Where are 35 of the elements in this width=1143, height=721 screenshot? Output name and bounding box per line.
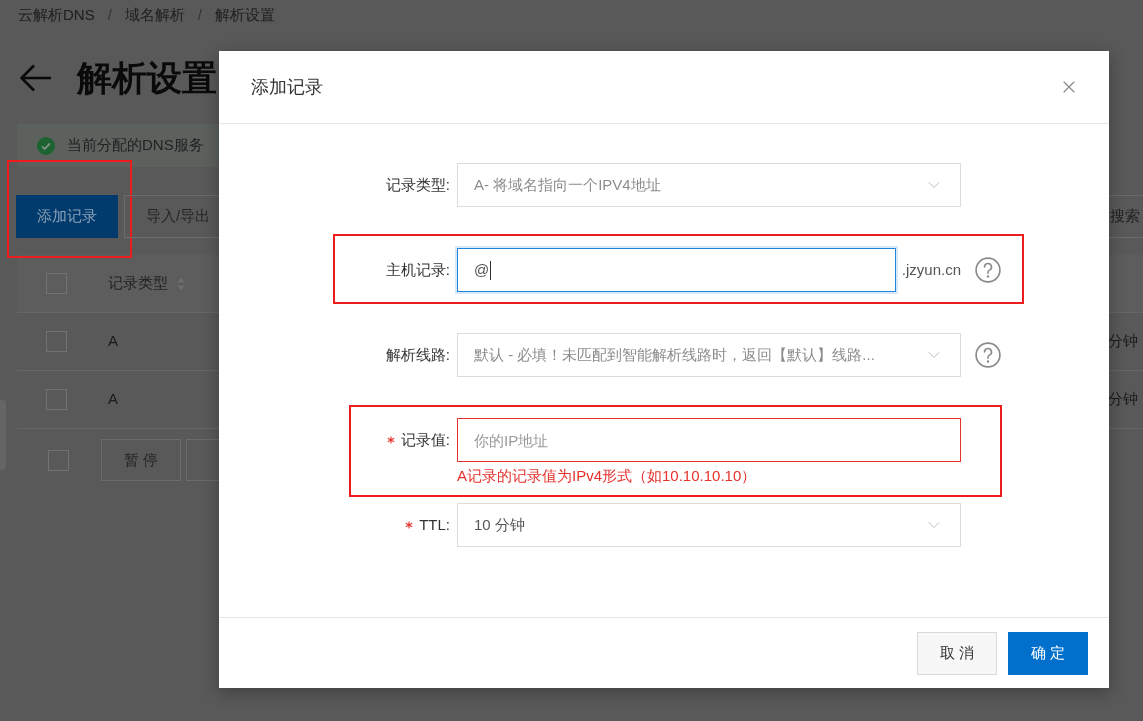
checkbox[interactable] xyxy=(48,449,69,471)
field-label: 记录值: xyxy=(400,429,450,450)
breadcrumb-separator: / xyxy=(107,4,112,25)
text-input[interactable]: @ xyxy=(457,248,896,292)
back-arrow-icon[interactable] xyxy=(20,64,52,92)
text-input[interactable]: 你的IP地址 xyxy=(457,418,961,462)
cancel-button[interactable]: 取 消 xyxy=(917,631,997,675)
error-message: A记录的记录值为IPv4形式（如10.10.10.10） xyxy=(457,466,757,486)
add-record-button[interactable]: 添加记录 xyxy=(16,195,118,238)
dialog-title: 添加记录 xyxy=(251,75,323,99)
table-cell-text: 分钟 xyxy=(1108,331,1139,352)
breadcrumb-separator: / xyxy=(197,4,202,25)
select-value: A- 将域名指向一个IPV4地址 xyxy=(474,174,662,195)
field-label: 解析线路: xyxy=(385,344,450,365)
confirm-button[interactable]: 确 定 xyxy=(1008,631,1088,675)
check-circle-icon xyxy=(37,136,55,155)
notice-text: 当前分配的DNS服务 xyxy=(67,135,204,156)
domain-suffix: .jzyun.cn xyxy=(901,259,961,280)
help-icon[interactable] xyxy=(975,257,1001,283)
checkbox[interactable] xyxy=(46,331,67,352)
dropdown-select[interactable]: 10 分钟 xyxy=(457,503,961,547)
checkbox[interactable] xyxy=(46,389,67,410)
field-label: TTL: xyxy=(419,514,450,535)
breadcrumb-link[interactable]: 云解析DNS xyxy=(18,3,95,27)
table-cell-text: A xyxy=(108,389,118,410)
field-label: 记录类型: xyxy=(385,174,450,195)
breadcrumb-link[interactable]: 域名解析 xyxy=(124,3,185,27)
table-cell-text: A xyxy=(108,331,118,352)
select-value: 默认 - 必填！未匹配到智能解析线路时，返回【默认】线路... xyxy=(474,344,876,365)
page-title: 解析设置 xyxy=(77,57,217,99)
select-value: 10 分钟 xyxy=(474,514,526,535)
field-label: 主机记录: xyxy=(385,259,450,280)
table-cell-text: 分钟 xyxy=(1108,389,1139,410)
column-header[interactable]: 记录类型 xyxy=(108,272,168,295)
text-cursor xyxy=(490,260,492,280)
